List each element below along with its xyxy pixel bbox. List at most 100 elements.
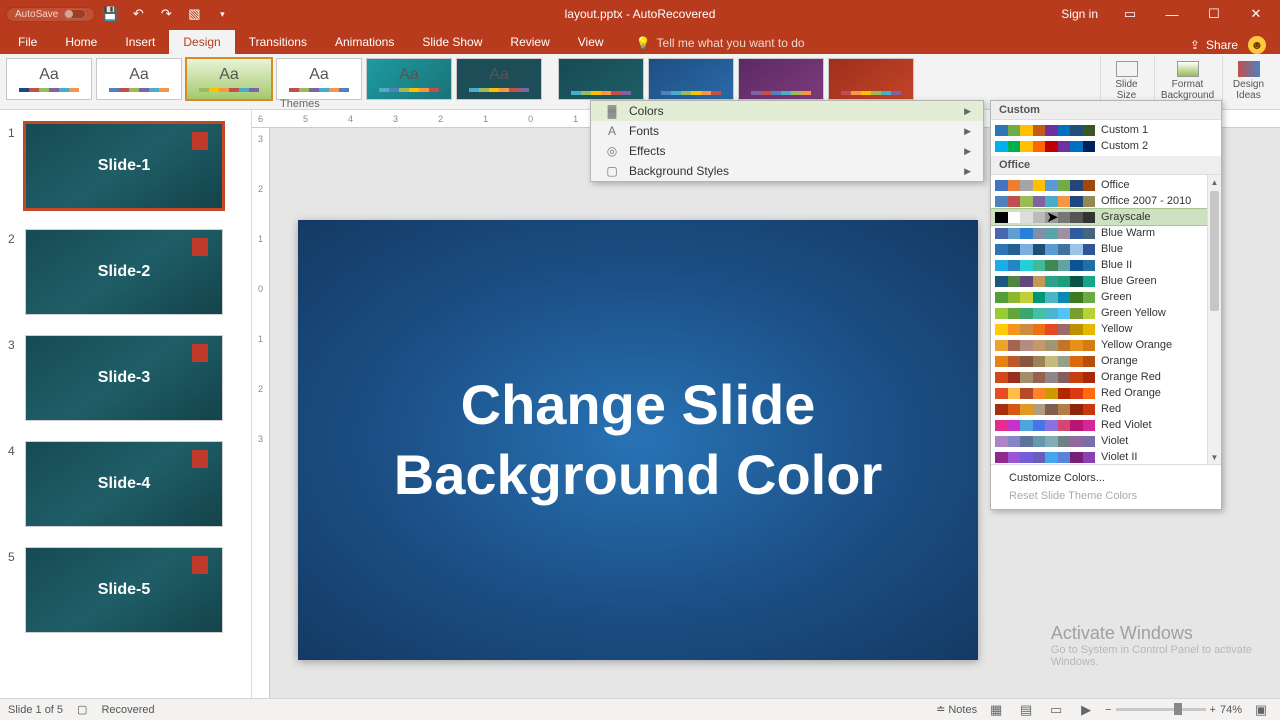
submenu-arrow-icon: ▶ — [964, 146, 971, 157]
save-icon[interactable]: 💾 — [97, 2, 123, 26]
variants-menu-item[interactable]: ▢Background Styles▶ — [591, 161, 983, 181]
tab-file[interactable]: File — [4, 30, 51, 54]
normal-view-icon[interactable]: ▦ — [985, 701, 1007, 719]
variants-menu-item[interactable]: ▓Colors▶ — [591, 101, 983, 121]
undo-icon[interactable]: ↶ — [125, 2, 151, 26]
tab-animations[interactable]: Animations — [321, 30, 408, 54]
theme-thumb-6[interactable]: Aa — [456, 58, 542, 100]
custom-header: Custom — [991, 101, 1221, 120]
design-ideas-button[interactable]: Design Ideas — [1222, 56, 1274, 106]
slide-size-icon — [1116, 61, 1138, 77]
main-slide[interactable]: Change Slide Background Color — [298, 220, 978, 660]
variants-gallery — [558, 54, 914, 104]
tab-slideshow[interactable]: Slide Show — [408, 30, 496, 54]
maximize-button[interactable]: ☐ — [1194, 0, 1234, 28]
color-swatch — [995, 180, 1095, 191]
ribbon-display-icon[interactable]: ▭ — [1110, 0, 1150, 28]
color-swatch — [995, 196, 1095, 207]
menu-label: Fonts — [629, 124, 659, 138]
menu-label: Colors — [629, 104, 664, 118]
theme-thumb-1[interactable]: Aa — [6, 58, 92, 100]
tab-home[interactable]: Home — [51, 30, 111, 54]
feedback-icon[interactable]: ☻ — [1248, 36, 1266, 54]
variant-thumb-4[interactable] — [828, 58, 914, 100]
color-scheme-name: Blue Green — [1101, 275, 1157, 287]
close-button[interactable]: ✕ — [1236, 0, 1276, 28]
color-scheme-row[interactable]: Orange — [991, 353, 1207, 369]
color-scheme-row[interactable]: Blue — [991, 241, 1207, 257]
start-slideshow-icon[interactable]: ▧ — [181, 2, 207, 26]
qat-more-icon[interactable]: ▾ — [209, 2, 235, 26]
fit-window-icon[interactable]: ▣ — [1250, 701, 1272, 719]
autosave-toggle[interactable]: AutoSave — [6, 7, 95, 22]
theme-thumb-2[interactable]: Aa — [96, 58, 182, 100]
sorter-view-icon[interactable]: ▤ — [1015, 701, 1037, 719]
color-scheme-row[interactable]: Green Yellow — [991, 305, 1207, 321]
signin-button[interactable]: Sign in — [1051, 0, 1108, 28]
slide-thumbnail[interactable]: Slide-5 — [26, 548, 222, 632]
tab-insert[interactable]: Insert — [111, 30, 169, 54]
color-scheme-row[interactable]: Red Violet — [991, 417, 1207, 433]
scroll-thumb[interactable] — [1210, 191, 1219, 311]
zoom-in-icon[interactable]: + — [1210, 704, 1216, 716]
tab-review[interactable]: Review — [496, 30, 563, 54]
slideshow-view-icon[interactable]: ▶ — [1075, 701, 1097, 719]
notes-button[interactable]: ≐ Notes — [936, 703, 977, 716]
variant-thumb-3[interactable] — [738, 58, 824, 100]
slide-thumbnail[interactable]: Slide-1 — [26, 124, 222, 208]
thumb-marker-icon — [192, 344, 208, 362]
color-scheme-name: Blue Warm — [1101, 227, 1155, 239]
theme-thumb-5[interactable]: Aa — [366, 58, 452, 100]
slide-thumbnail[interactable]: Slide-4 — [26, 442, 222, 526]
theme-thumb-4[interactable]: Aa — [276, 58, 362, 100]
scroll-up-icon[interactable]: ▲ — [1208, 175, 1221, 189]
color-scheme-row[interactable]: Grayscale — [991, 209, 1207, 225]
share-button[interactable]: ⇪ Share — [1190, 38, 1238, 52]
zoom-slider[interactable] — [1116, 708, 1206, 711]
zoom-out-icon[interactable]: − — [1105, 704, 1111, 716]
reset-theme-colors: Reset Slide Theme Colors — [991, 487, 1221, 505]
variant-thumb-2[interactable] — [648, 58, 734, 100]
variants-menu-item[interactable]: ◎Effects▶ — [591, 141, 983, 161]
flyout-scrollbar[interactable]: ▲ ▼ — [1207, 175, 1221, 464]
color-scheme-row[interactable]: Blue II — [991, 257, 1207, 273]
minimize-button[interactable]: — — [1152, 0, 1192, 28]
color-scheme-name: Custom 1 — [1101, 124, 1148, 136]
color-scheme-row[interactable]: Red — [991, 401, 1207, 417]
tab-transitions[interactable]: Transitions — [235, 30, 321, 54]
slide-thumbnail[interactable]: Slide-2 — [26, 230, 222, 314]
reading-view-icon[interactable]: ▭ — [1045, 701, 1067, 719]
spellcheck-icon[interactable]: ▢ — [77, 703, 87, 716]
color-scheme-row[interactable]: Custom 1 — [991, 122, 1221, 138]
tell-me-search[interactable]: 💡 Tell me what you want to do — [628, 32, 813, 54]
color-scheme-row[interactable]: Orange Red — [991, 369, 1207, 385]
color-swatch — [995, 125, 1095, 136]
theme-thumb-3[interactable]: Aa — [186, 58, 272, 100]
tell-me-placeholder: Tell me what you want to do — [657, 36, 805, 50]
redo-icon[interactable]: ↷ — [153, 2, 179, 26]
color-scheme-name: Orange — [1101, 355, 1138, 367]
variant-thumb-1[interactable] — [558, 58, 644, 100]
title-right: Sign in ▭ — ☐ ✕ — [1051, 0, 1280, 28]
slide-thumbnail[interactable]: Slide-3 — [26, 336, 222, 420]
color-scheme-row[interactable]: Office — [991, 177, 1207, 193]
color-scheme-row[interactable]: Yellow — [991, 321, 1207, 337]
format-background-button[interactable]: Format Background — [1154, 56, 1220, 106]
slide-size-button[interactable]: Slide Size — [1100, 56, 1152, 106]
scroll-down-icon[interactable]: ▼ — [1208, 450, 1221, 464]
color-scheme-row[interactable]: Violet — [991, 433, 1207, 449]
tab-design[interactable]: Design — [169, 30, 234, 54]
color-scheme-row[interactable]: Green — [991, 289, 1207, 305]
color-scheme-row[interactable]: Custom 2 — [991, 138, 1221, 154]
color-scheme-row[interactable]: Violet II — [991, 449, 1207, 464]
zoom-control[interactable]: − + 74% — [1105, 704, 1242, 716]
color-scheme-row[interactable]: Office 2007 - 2010 — [991, 193, 1207, 209]
color-scheme-row[interactable]: Blue Warm — [991, 225, 1207, 241]
tab-view[interactable]: View — [564, 30, 618, 54]
color-scheme-row[interactable]: Red Orange — [991, 385, 1207, 401]
variants-menu-item[interactable]: AFonts▶ — [591, 121, 983, 141]
zoom-knob[interactable] — [1174, 703, 1182, 715]
color-scheme-row[interactable]: Yellow Orange — [991, 337, 1207, 353]
customize-colors[interactable]: Customize Colors... — [991, 469, 1221, 487]
color-scheme-row[interactable]: Blue Green — [991, 273, 1207, 289]
